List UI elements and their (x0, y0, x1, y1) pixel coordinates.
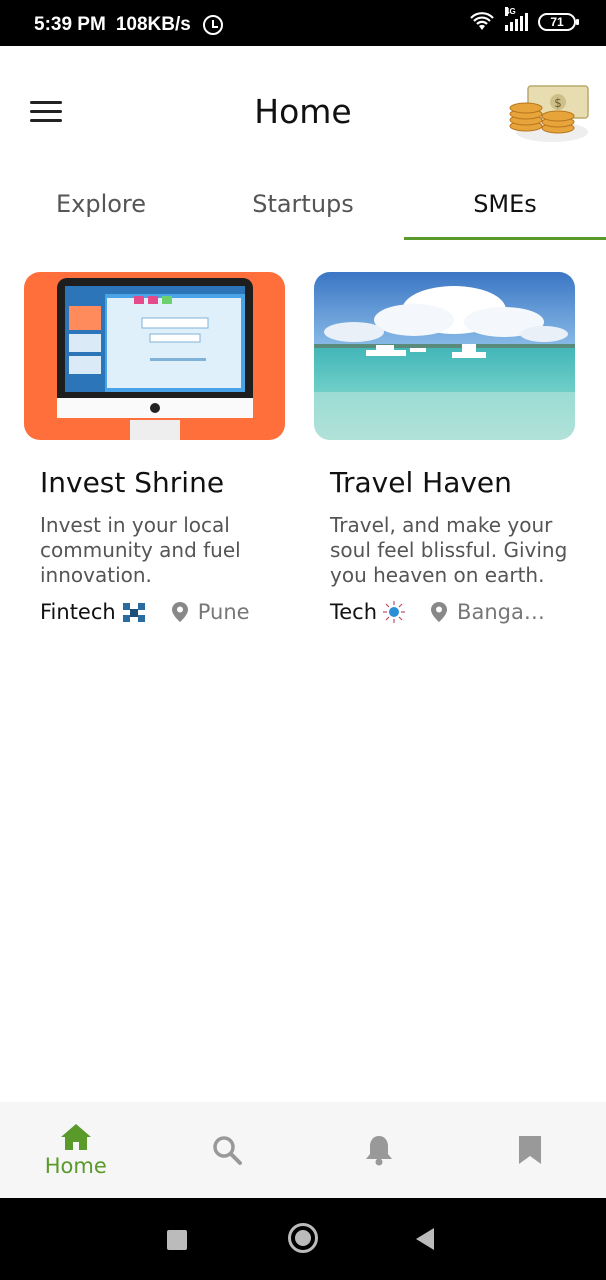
battery-icon: 71 (538, 13, 579, 31)
back-button[interactable] (416, 1228, 434, 1250)
tab-smes[interactable]: SMEs (404, 180, 606, 240)
coins-stack-icon[interactable]: $ (508, 82, 590, 144)
recents-button[interactable] (167, 1230, 187, 1250)
wifi-icon (470, 12, 494, 30)
card-description: Invest in your local community and fuel … (40, 513, 241, 587)
location-pin-icon (171, 602, 188, 622)
nav-home-label: Home (44, 1154, 107, 1178)
nav-bookmarks[interactable] (455, 1102, 606, 1198)
status-speed: 108KB/s (115, 14, 191, 35)
status-time: 5:39 PM (34, 14, 106, 35)
card-location: Bangal... (457, 600, 548, 624)
tab-bar: Explore Startups SMEs (0, 180, 606, 240)
nav-notifications[interactable] (303, 1102, 455, 1198)
network-type: 4G (505, 7, 516, 16)
tab-explore[interactable]: Explore (0, 180, 202, 240)
status-left: 5:39 PM 108KB/s (34, 14, 223, 36)
card-meta: Fintech Pune (40, 600, 285, 624)
home-system-button[interactable] (288, 1223, 318, 1253)
svg-text:$: $ (554, 96, 562, 110)
card-title: Invest Shrine (40, 466, 225, 499)
status-right: 4G 71 (469, 7, 579, 32)
nav-home[interactable]: Home (0, 1102, 152, 1198)
battery-level: 71 (550, 15, 564, 29)
nav-search[interactable] (152, 1102, 304, 1198)
card-location: Pune (197, 600, 250, 624)
blockchain-cubes-icon (122, 603, 145, 622)
search-icon (213, 1136, 243, 1165)
card-invest-shrine[interactable]: Invest Shrine Invest in your local commu… (24, 272, 285, 624)
alarm-icon (202, 15, 223, 35)
card-list: Invest Shrine Invest in your local commu… (24, 272, 584, 624)
status-bar: 5:39 PM 108KB/s 4G 71 (0, 0, 606, 46)
app-bar: Home $ (0, 46, 606, 180)
card-description: Travel, and make your soul feel blissful… (330, 513, 568, 587)
bookmark-icon (519, 1136, 542, 1164)
card-image-computer (24, 272, 285, 440)
bell-icon (365, 1136, 392, 1166)
card-category: Fintech (40, 600, 116, 624)
home-icon (60, 1124, 91, 1150)
tab-startups[interactable]: Startups (202, 180, 404, 240)
card-meta: Tech Bangal... (330, 600, 575, 624)
card-travel-haven[interactable]: Travel Haven Travel, and make your soul … (314, 272, 575, 624)
bottom-nav: Home (0, 1102, 606, 1198)
lightbulb-network-icon (383, 601, 406, 623)
location-pin-icon (431, 602, 448, 622)
signal-icon: 4G (505, 7, 528, 31)
card-image-sea (314, 272, 575, 440)
card-category: Tech (330, 600, 378, 624)
system-nav-bar (0, 1198, 606, 1280)
card-title: Travel Haven (330, 466, 512, 499)
